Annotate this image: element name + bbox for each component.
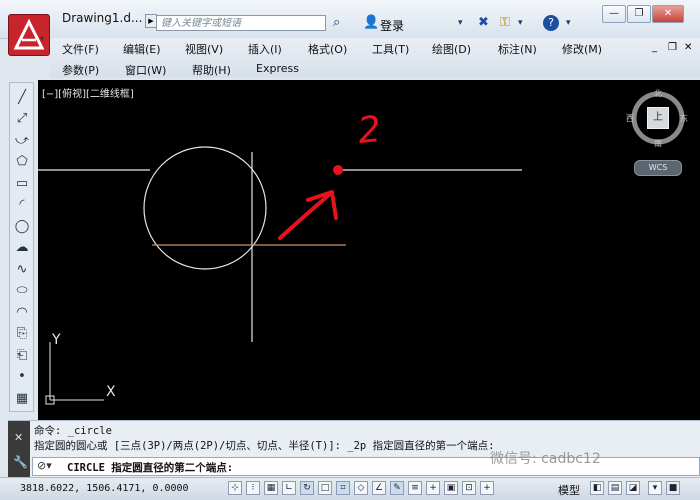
- polyline-icon[interactable]: ⤻: [13, 132, 31, 150]
- login-button[interactable]: 登录: [380, 17, 404, 34]
- menu-window[interactable]: 窗口(W): [125, 62, 166, 78]
- transparency-icon[interactable]: +: [426, 481, 440, 495]
- minimize-button[interactable]: —: [602, 5, 626, 23]
- circle-icon[interactable]: ◯: [13, 218, 31, 236]
- annotation-point: [333, 165, 343, 175]
- ucs-x-label: X: [106, 384, 116, 400]
- ucs-y-label: Y: [52, 332, 61, 348]
- cursor-coordinates: 3818.6022, 1506.4171, 0.0000: [20, 483, 189, 494]
- subscription-icon[interactable]: ⚿: [500, 14, 510, 32]
- compass-east: 东: [680, 114, 688, 123]
- rectangle-icon[interactable]: ▭: [13, 175, 31, 193]
- selection-cycling-icon[interactable]: ⊡: [462, 481, 476, 495]
- subscription-dropdown-icon[interactable]: ▾: [518, 14, 523, 32]
- polar-tracking-icon[interactable]: ↻: [300, 481, 314, 495]
- search-input[interactable]: 键入关键字或短语: [156, 15, 326, 31]
- hatch-icon[interactable]: ▦: [13, 390, 31, 408]
- workspace-switch-icon[interactable]: ◪: [626, 481, 640, 495]
- annotation-arrow-shaft: [278, 192, 332, 240]
- customize-wrench-icon[interactable]: 🔧: [13, 455, 28, 469]
- compass-north: 北: [654, 89, 662, 98]
- restore-button[interactable]: ❐: [627, 5, 651, 23]
- document-title: Drawing1.d...: [62, 11, 143, 25]
- object-snap-icon[interactable]: □: [318, 481, 332, 495]
- dynamic-input-icon[interactable]: ✎: [390, 481, 404, 495]
- help-dropdown-icon[interactable]: ▾: [566, 14, 571, 32]
- quick-properties-icon[interactable]: ▣: [444, 481, 458, 495]
- doc-close-button[interactable]: ✕: [684, 42, 692, 53]
- arc-icon[interactable]: ◜: [13, 196, 31, 214]
- help-icon[interactable]: ?: [543, 15, 559, 31]
- compass-south: 南: [654, 139, 662, 148]
- annotation-number: 2: [355, 108, 383, 153]
- layout-preview-icon[interactable]: ▤: [608, 481, 622, 495]
- drawing-canvas[interactable]: [−][俯视][二维线框] 2 Y X 上 北 南 东 西 WCS: [38, 80, 700, 420]
- line-icon[interactable]: ╱: [13, 89, 31, 107]
- app-menu-dropdown-icon[interactable]: ▾: [40, 34, 44, 43]
- revision-cloud-icon[interactable]: ☁: [13, 239, 31, 257]
- ellipse-icon[interactable]: ⬭: [13, 282, 31, 300]
- binoculars-icon[interactable]: ⌕: [333, 14, 340, 32]
- snap-mode-icon[interactable]: ⁝: [246, 481, 260, 495]
- model-space-button[interactable]: 模型: [558, 482, 580, 498]
- model-layout-icon[interactable]: ◧: [590, 481, 604, 495]
- menu-help[interactable]: 帮助(H): [192, 62, 231, 78]
- menu-bar: 文件(F) 编辑(E) 视图(V) 插入(I) 格式(O) 工具(T) 绘图(D…: [50, 38, 700, 78]
- draw-toolbar: ╱ ⤢ ⤻ ⬠ ▭ ◜ ◯ ☁ ∿ ⬭ ◠ ⎘ ⎗ • ▦: [9, 82, 34, 412]
- ortho-mode-icon[interactable]: ∟: [282, 481, 296, 495]
- menu-parametric[interactable]: 参数(P): [62, 62, 99, 78]
- menu-express[interactable]: Express: [256, 62, 299, 75]
- view-cube[interactable]: 上 北 南 东 西: [626, 88, 688, 148]
- drawn-circle: [143, 146, 267, 270]
- close-icon[interactable]: ✕: [14, 431, 23, 444]
- clean-screen-icon[interactable]: ■: [666, 481, 680, 495]
- insert-block-icon[interactable]: ⎘: [13, 325, 31, 343]
- menu-dimension[interactable]: 标注(N): [498, 41, 537, 57]
- construction-line-icon[interactable]: ⤢: [13, 110, 31, 128]
- command-window-handle[interactable]: ✕ 🔧: [8, 421, 30, 477]
- login-dropdown-icon[interactable]: ▾: [458, 14, 463, 32]
- command-history-line-2: 指定圆的圆心或 [三点(3P)/两点(2P)/切点、切点、半径(T)]: _2p…: [34, 440, 495, 452]
- spline-icon[interactable]: ∿: [13, 261, 31, 279]
- status-menu-icon[interactable]: ▾: [648, 481, 662, 495]
- menu-insert[interactable]: 插入(I): [248, 41, 282, 57]
- annotation-arrow-head: [306, 190, 338, 220]
- ellipse-arc-icon[interactable]: ◠: [13, 304, 31, 322]
- doc-restore-button[interactable]: ❐: [668, 42, 677, 53]
- exchange-icon[interactable]: ✖: [478, 14, 489, 32]
- command-input-text: CIRCLE 指定圆直径的第二个端点:: [67, 462, 234, 474]
- status-bar: 3818.6022, 1506.4171, 0.0000 ⊹ ⁝ ▦ ∟ ↻ □…: [0, 477, 700, 500]
- grid-display-icon[interactable]: ▦: [264, 481, 278, 495]
- view-cube-top-face[interactable]: 上: [647, 107, 669, 129]
- menu-file[interactable]: 文件(F): [62, 41, 99, 57]
- user-icon[interactable]: 👤: [363, 14, 379, 32]
- title-bar: Drawing1.d... ▶ 键入关键字或短语 ⌕ 👤 登录 ▾ ✖ ⚿ ▾ …: [0, 0, 700, 39]
- infer-constraints-icon[interactable]: ⊹: [228, 481, 242, 495]
- polygon-icon[interactable]: ⬠: [13, 153, 31, 171]
- menu-tools[interactable]: 工具(T): [372, 41, 409, 57]
- compass-west: 西: [626, 114, 634, 123]
- ucs-dynamic-icon[interactable]: ∠: [372, 481, 386, 495]
- menu-draw[interactable]: 绘图(D): [432, 41, 471, 57]
- doc-minimize-button[interactable]: _: [652, 42, 657, 53]
- menu-view[interactable]: 视图(V): [185, 41, 223, 57]
- point-icon[interactable]: •: [13, 368, 31, 386]
- menu-modify[interactable]: 修改(M): [562, 41, 602, 57]
- lineweight-icon[interactable]: ≡: [408, 481, 422, 495]
- menu-edit[interactable]: 编辑(E): [123, 41, 161, 57]
- wcs-menu-button[interactable]: WCS: [634, 160, 682, 176]
- watermark-text: 微信号: cadbc12: [490, 451, 601, 467]
- annotation-monitor-icon[interactable]: +: [480, 481, 494, 495]
- 3d-object-snap-icon[interactable]: ◇: [354, 481, 368, 495]
- command-prompt-icon[interactable]: ⊘▾: [37, 459, 52, 472]
- menu-format[interactable]: 格式(O): [308, 41, 347, 57]
- command-history-line-1: 命令: _circle: [34, 425, 112, 437]
- close-button[interactable]: ✕: [652, 5, 684, 23]
- make-block-icon[interactable]: ⎗: [13, 347, 31, 365]
- object-snap-tracking-icon[interactable]: ⌗: [336, 481, 350, 495]
